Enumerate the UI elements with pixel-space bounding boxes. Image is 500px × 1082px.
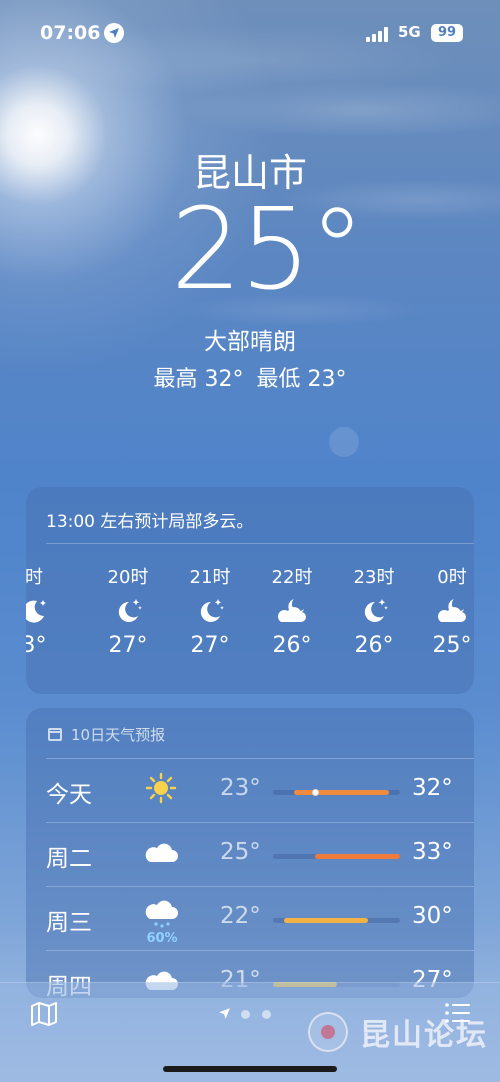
day-name: 周三	[46, 910, 92, 936]
moon-stars-icon	[98, 589, 158, 633]
watermark-text: 昆山论坛	[360, 1018, 488, 1053]
sun-icon	[140, 767, 184, 815]
ten-day-header: 10日天气预报	[48, 724, 165, 745]
precip-chance: 60%	[146, 931, 178, 946]
day-row[interactable]: 周二 25° 33°	[26, 823, 474, 887]
hour-item: 20时 27°	[98, 563, 158, 658]
hour-item: 时 3°	[26, 563, 64, 658]
hour-item: 0时 25°	[422, 563, 474, 658]
forum-watermark: 昆山论坛	[308, 1010, 488, 1054]
hour-item: 23时 26°	[344, 563, 404, 658]
location-arrow-icon	[218, 1005, 231, 1024]
high-temperature: 最高 32°	[153, 367, 244, 392]
map-icon[interactable]	[30, 1001, 58, 1031]
moon-cloud-icon	[262, 589, 322, 633]
hour-temp: 26°	[354, 633, 394, 658]
hour-temp: 27°	[108, 633, 148, 658]
hour-label: 23时	[353, 567, 395, 588]
day-name: 今天	[46, 782, 92, 808]
moon-stars-icon	[344, 589, 404, 633]
status-bar: 07:06 5G 99	[0, 20, 500, 48]
hour-temp: 3°	[26, 633, 47, 658]
battery-indicator: 99	[431, 24, 463, 42]
moon-stars-icon	[26, 589, 64, 633]
hour-label: 20时	[107, 567, 149, 588]
signal-bars-icon	[366, 26, 392, 42]
ten-day-title: 10日天气预报	[71, 726, 166, 744]
status-time: 07:06	[40, 22, 101, 44]
temp-range-fill	[283, 918, 369, 923]
day-low: 22°	[220, 903, 261, 929]
forum-logo	[308, 1012, 348, 1052]
day-high: 32°	[412, 775, 453, 801]
hour-label: 22时	[271, 567, 313, 588]
page-dot[interactable]	[241, 1010, 250, 1019]
temp-range-fill	[315, 854, 400, 859]
moon-stars-icon	[180, 589, 240, 633]
hour-temp: 27°	[190, 633, 230, 658]
calendar-icon	[48, 728, 62, 741]
hour-item: 22时 26°	[262, 563, 322, 658]
hour-item: 21时 27°	[180, 563, 240, 658]
temp-range-fill	[294, 790, 390, 795]
day-low: 23°	[220, 775, 261, 801]
day-low: 25°	[220, 839, 261, 865]
lens-flare	[329, 427, 359, 457]
network-type: 5G	[398, 23, 421, 41]
temp-range-bar	[273, 854, 400, 859]
day-row[interactable]: 今天 23° 32°	[26, 759, 474, 823]
home-indicator[interactable]	[163, 1066, 337, 1072]
weather-condition: 大部晴朗	[204, 329, 296, 355]
current-temperature: 25°	[170, 185, 366, 315]
hour-label: 21时	[189, 567, 231, 588]
day-name: 周二	[46, 846, 92, 872]
day-row[interactable]: 周三 60% 22° 30°	[26, 887, 474, 951]
day-high: 33°	[412, 839, 453, 865]
cloud-icon	[140, 831, 184, 879]
rain-cloud-icon: 60%	[140, 895, 184, 946]
moon-cloud-icon	[422, 589, 474, 633]
day-high: 30°	[412, 903, 453, 929]
page-indicator[interactable]	[218, 1005, 283, 1024]
forecast-note: 13:00 左右预计局部多云。	[46, 512, 254, 532]
hourly-scroll[interactable]: 时 3° 20时 27° 21时 27° 22时 26° 23时 26° 0时 …	[26, 563, 474, 683]
location-arrow-icon	[104, 23, 124, 43]
hour-label: 0时	[437, 567, 467, 588]
hour-label: 时	[26, 567, 43, 588]
high-low-temperatures: 最高 32° 最低 23°	[0, 361, 500, 393]
hour-temp: 26°	[272, 633, 312, 658]
page-dot[interactable]	[262, 1010, 271, 1019]
temp-range-bar	[273, 918, 400, 923]
temp-range-bar	[273, 789, 400, 796]
hourly-forecast-card[interactable]: 13:00 左右预计局部多云。 时 3° 20时 27° 21时 27° 22时	[26, 487, 474, 694]
divider	[46, 543, 474, 544]
ten-day-forecast-card[interactable]: 10日天气预报 今天 23° 32° 周二 25° 33° 周三 60% 22°…	[26, 708, 474, 998]
hour-temp: 25°	[432, 633, 472, 658]
low-temperature: 最低 23°	[256, 367, 347, 392]
